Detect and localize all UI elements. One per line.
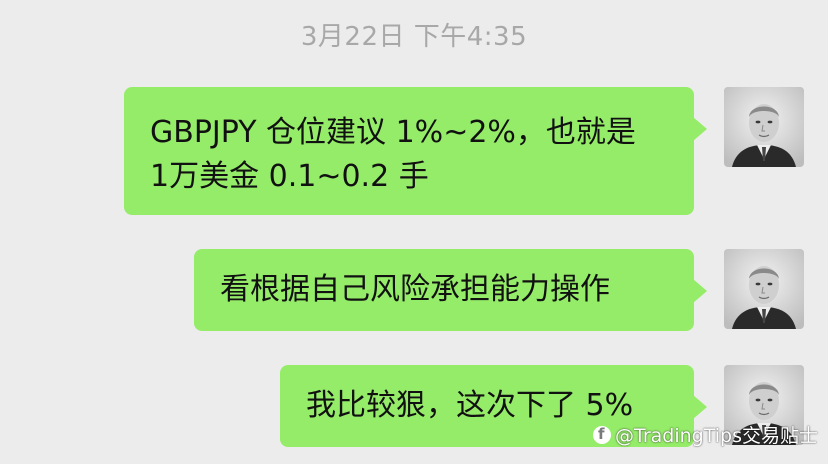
message-row: 看根据自己风险承担能力操作	[194, 249, 804, 331]
bubble-tail	[693, 395, 707, 419]
avatar[interactable]	[724, 249, 804, 329]
platform-logo-icon	[593, 425, 612, 444]
message-text: GBPJPY 仓位建议 1%~2%，也就是	[150, 115, 636, 150]
message-bubble[interactable]: 看根据自己风险承担能力操作	[194, 249, 707, 331]
chat-timestamp: 3月22日 下午4:35	[300, 22, 528, 52]
portrait-avatar-icon	[724, 87, 804, 167]
message-row: GBPJPY 仓位建议 1%~2%，也就是 1万美金 0.1~0.2 手	[124, 87, 804, 215]
bubble-tail	[693, 279, 707, 303]
message-text: 看根据自己风险承担能力操作	[220, 272, 610, 307]
portrait-avatar-icon	[724, 249, 804, 329]
avatar[interactable]	[724, 87, 804, 167]
message-bubble[interactable]: GBPJPY 仓位建议 1%~2%，也就是 1万美金 0.1~0.2 手	[124, 87, 707, 215]
watermark: @TradingTips交易贴士	[593, 421, 818, 448]
message-text: 1万美金 0.1~0.2 手	[150, 159, 429, 194]
watermark-text: @TradingTips交易贴士	[615, 425, 818, 447]
bubble-tail	[693, 117, 707, 141]
